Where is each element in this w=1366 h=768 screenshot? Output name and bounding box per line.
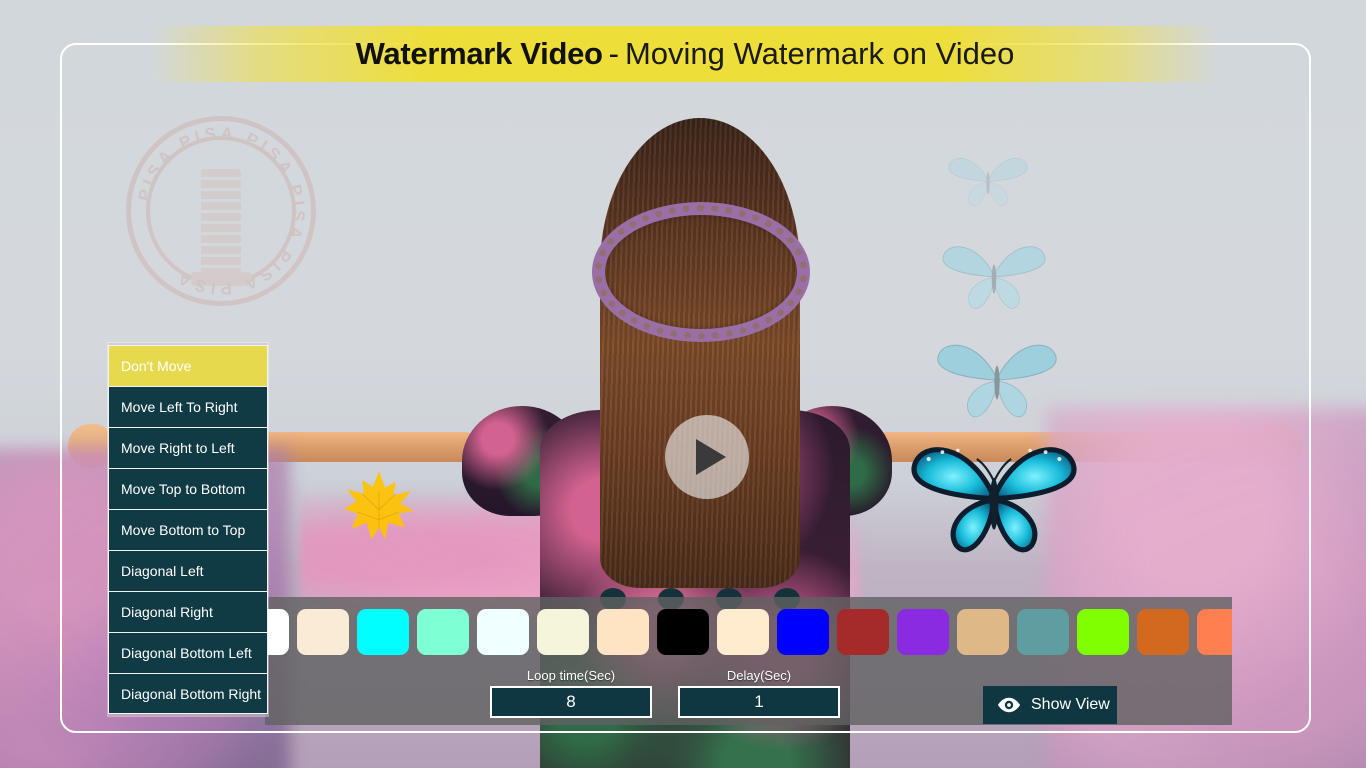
show-view-label: Show View — [1031, 696, 1110, 713]
color-swatch-white[interactable] — [265, 609, 289, 655]
loop-time-label: Loop time(Sec) — [526, 668, 616, 683]
maple-leaf-watermark — [344, 471, 414, 540]
butterfly-watermark-4 — [911, 447, 1077, 553]
butterfly-watermark-2 — [942, 246, 1046, 309]
title-subtitle: Moving Watermark on Video — [624, 36, 1015, 71]
dropdown-item-move-right-to-left[interactable]: Move Right to Left — [108, 427, 268, 468]
color-swatch-chartreuse[interactable] — [1077, 609, 1129, 655]
color-swatch-brown[interactable] — [837, 609, 889, 655]
show-view-button[interactable]: Show View — [983, 686, 1117, 724]
butterfly-watermark-3 — [937, 344, 1057, 418]
color-swatch-cadetblue[interactable] — [1017, 609, 1069, 655]
color-swatch-chocolate[interactable] — [1137, 609, 1189, 655]
delay-group: Delay(Sec) 1 — [678, 668, 840, 718]
loop-time-group: Loop time(Sec) 8 — [490, 668, 652, 718]
color-swatch-bisque[interactable] — [597, 609, 649, 655]
page-title: Watermark Video - Moving Watermark on Vi… — [150, 26, 1220, 82]
play-button[interactable] — [665, 415, 749, 499]
movement-dropdown[interactable]: Don't Move Move Left To Right Move Right t… — [108, 343, 268, 716]
dropdown-item-diagonal-bottom-left[interactable]: Diagonal Bottom Left — [108, 632, 268, 673]
loop-time-input[interactable]: 8 — [490, 686, 652, 718]
color-swatch-coral[interactable] — [1197, 609, 1232, 655]
pisa-stamp-watermark: PISA PISA PISA PISA PISA PISA — [126, 116, 316, 306]
title-strong: Watermark Video — [355, 36, 603, 71]
app-window: PISA PISA PISA PISA PISA PISA Watermark … — [0, 0, 1366, 768]
color-swatch-aquamarine[interactable] — [417, 609, 469, 655]
color-swatch-burlywood[interactable] — [957, 609, 1009, 655]
color-swatch-antiquewhite[interactable] — [297, 609, 349, 655]
dropdown-item-diagonal-left[interactable]: Diagonal Left — [108, 550, 268, 591]
dropdown-item-don-t-move[interactable]: Don't Move — [108, 345, 268, 386]
butterfly-watermark-1 — [948, 157, 1028, 206]
delay-input[interactable]: 1 — [678, 686, 840, 718]
dropdown-item-move-bottom-to-top[interactable]: Move Bottom to Top — [108, 509, 268, 550]
color-swatch-blanchedalmond[interactable] — [717, 609, 769, 655]
color-swatch-beige[interactable] — [537, 609, 589, 655]
eye-icon — [998, 697, 1020, 713]
color-swatch-azure[interactable] — [477, 609, 529, 655]
play-icon — [696, 439, 726, 475]
photo-flower-crown — [592, 202, 810, 342]
title-separator: - — [608, 36, 619, 71]
control-bar: Loop time(Sec) 8 Delay(Sec) 1 Show View — [265, 597, 1232, 725]
dropdown-item-diagonal-bottom-right[interactable]: Diagonal Bottom Right — [108, 673, 268, 714]
color-swatch-blue[interactable] — [777, 609, 829, 655]
color-swatch-row[interactable] — [265, 608, 1232, 656]
svg-text:PISA PISA PISA PISA PISA PISA: PISA PISA PISA PISA PISA PISA — [135, 124, 309, 299]
photo-hair — [600, 118, 800, 588]
delay-label: Delay(Sec) — [726, 668, 792, 683]
color-swatch-black[interactable] — [657, 609, 709, 655]
dropdown-item-diagonal-right[interactable]: Diagonal Right — [108, 591, 268, 632]
color-swatch-blueviolet[interactable] — [897, 609, 949, 655]
dropdown-item-move-left-to-right[interactable]: Move Left To Right — [108, 386, 268, 427]
dropdown-item-move-top-to-bottom[interactable]: Move Top to Bottom — [108, 468, 268, 509]
color-swatch-aqua[interactable] — [357, 609, 409, 655]
